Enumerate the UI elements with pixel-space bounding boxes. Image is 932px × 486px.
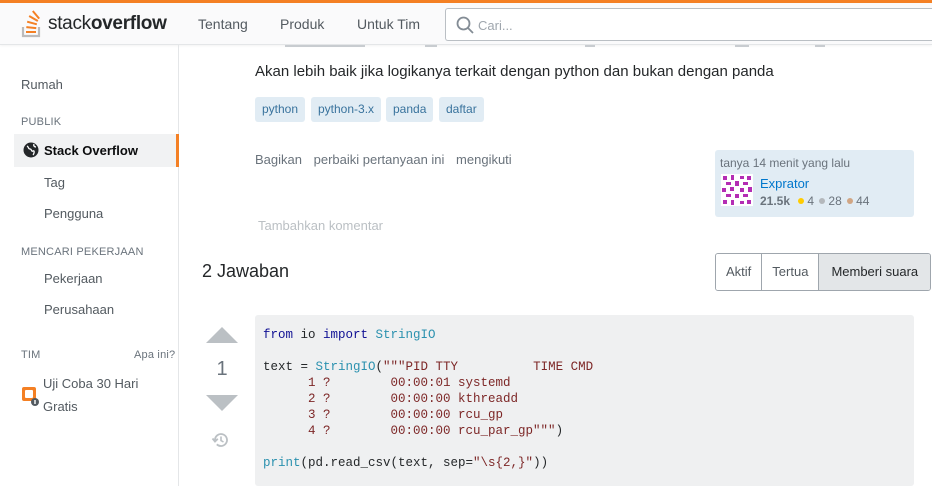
vote-count: 1 [216, 358, 228, 380]
top-bar: stackoverflow Tentang Produk Untuk Tim [0, 0, 932, 45]
follow-link[interactable]: mengikuti [456, 152, 512, 167]
globe-icon [23, 142, 39, 158]
question-text: Akan lebih baik jika logikanya terkait d… [255, 63, 774, 80]
sidebar-item-companies[interactable]: Perusahaan [44, 302, 114, 317]
teams-help-link[interactable]: Apa ini? [134, 349, 175, 361]
sidebar-item-home[interactable]: Rumah [21, 77, 63, 92]
sidebar-heading-teams: TIM [21, 349, 41, 361]
answers-count-heading: 2 Jawaban [202, 261, 290, 281]
left-sidebar: Rumah PUBLIK Stack Overflow Tag Pengguna… [0, 45, 179, 486]
post-menu: Bagikan perbaiki pertanyaan ini mengikut… [255, 152, 520, 167]
tag-python-3x[interactable]: python-3.x [311, 97, 382, 122]
reputation-score: 21.5k [760, 194, 791, 208]
bronze-badge-icon [847, 198, 854, 205]
gold-badge-icon [798, 198, 805, 205]
nav-products[interactable]: Produk [280, 16, 324, 32]
bronze-badge-count: 44 [856, 194, 870, 208]
stack-logo-icon [21, 10, 41, 38]
tag-python[interactable]: python [255, 97, 306, 122]
tag-daftar[interactable]: daftar [439, 97, 484, 122]
upvote-arrow-icon[interactable] [205, 326, 239, 344]
owner-name[interactable]: Exprator [760, 176, 809, 191]
nav-for-teams[interactable]: Untuk Tim [357, 16, 420, 32]
sidebar-item-users[interactable]: Pengguna [44, 206, 103, 221]
silver-badge-count: 28 [828, 194, 842, 208]
teams-trial-line2[interactable]: Gratis [43, 399, 78, 414]
sidebar-heading-public: PUBLIK [21, 116, 62, 128]
sidebar-item-jobs[interactable]: Pekerjaan [44, 271, 103, 286]
nav-about[interactable]: Tentang [198, 16, 248, 32]
code-text: from io import StringIO text = StringIO(… [263, 328, 594, 470]
downvote-arrow-icon[interactable] [205, 394, 239, 412]
gold-badge-count: 4 [807, 194, 815, 208]
search-icon [456, 16, 474, 34]
logo-text: stackoverflow [48, 13, 167, 34]
sort-oldest-button[interactable]: Tertua [762, 254, 820, 290]
improve-question-link[interactable]: perbaiki pertanyaan ini [314, 152, 445, 167]
answer-code-block: from io import StringIO text = StringIO(… [255, 315, 914, 486]
tag-panda[interactable]: panda [386, 97, 434, 122]
search-box[interactable] [445, 8, 932, 41]
sidebar-heading-jobs: MENCARI PEKERJAAN [21, 246, 144, 258]
answer-sort-tabs: Aktif Tertua Memberi suara [715, 253, 932, 291]
clipped-content-edge [285, 45, 925, 48]
avatar[interactable] [721, 174, 753, 206]
share-link[interactable]: Bagikan [255, 152, 302, 167]
search-input[interactable] [478, 15, 878, 35]
teams-trial-line1[interactable]: Uji Coba 30 Hari [43, 376, 138, 391]
history-icon[interactable] [211, 430, 231, 450]
teams-briefcase-icon [22, 387, 39, 406]
owner-reputation: 21.5k 4 28 44 [760, 194, 869, 208]
sort-active-button[interactable]: Aktif [716, 254, 763, 290]
add-comment-link[interactable]: Tambahkan komentar [258, 218, 383, 233]
sidebar-item-tags[interactable]: Tag [44, 175, 65, 190]
sidebar-item-stack-overflow[interactable]: Stack Overflow [14, 134, 179, 167]
sidebar-item-label: Stack Overflow [44, 143, 138, 158]
owner-card: tanya 14 menit yang lalu Exprator 21.5k … [715, 150, 914, 217]
sort-votes-button[interactable]: Memberi suara [819, 254, 931, 290]
silver-badge-icon [819, 198, 826, 205]
stackoverflow-logo[interactable]: stackoverflow [21, 7, 167, 41]
asked-time: tanya 14 menit yang lalu [720, 156, 851, 170]
